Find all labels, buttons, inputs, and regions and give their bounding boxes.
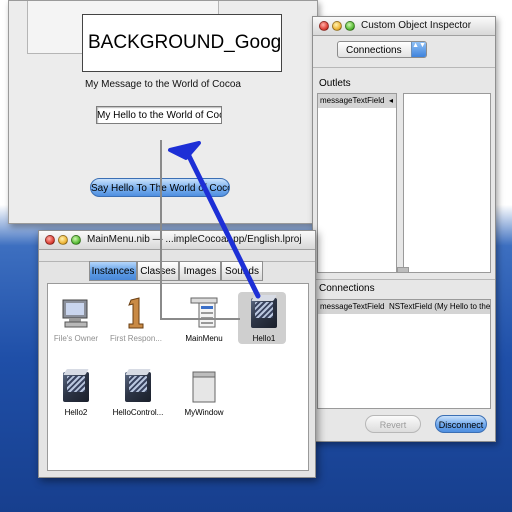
overlay-label: BACKGROUND_Google [82,14,282,72]
connection-arrow-icon [168,141,261,299]
